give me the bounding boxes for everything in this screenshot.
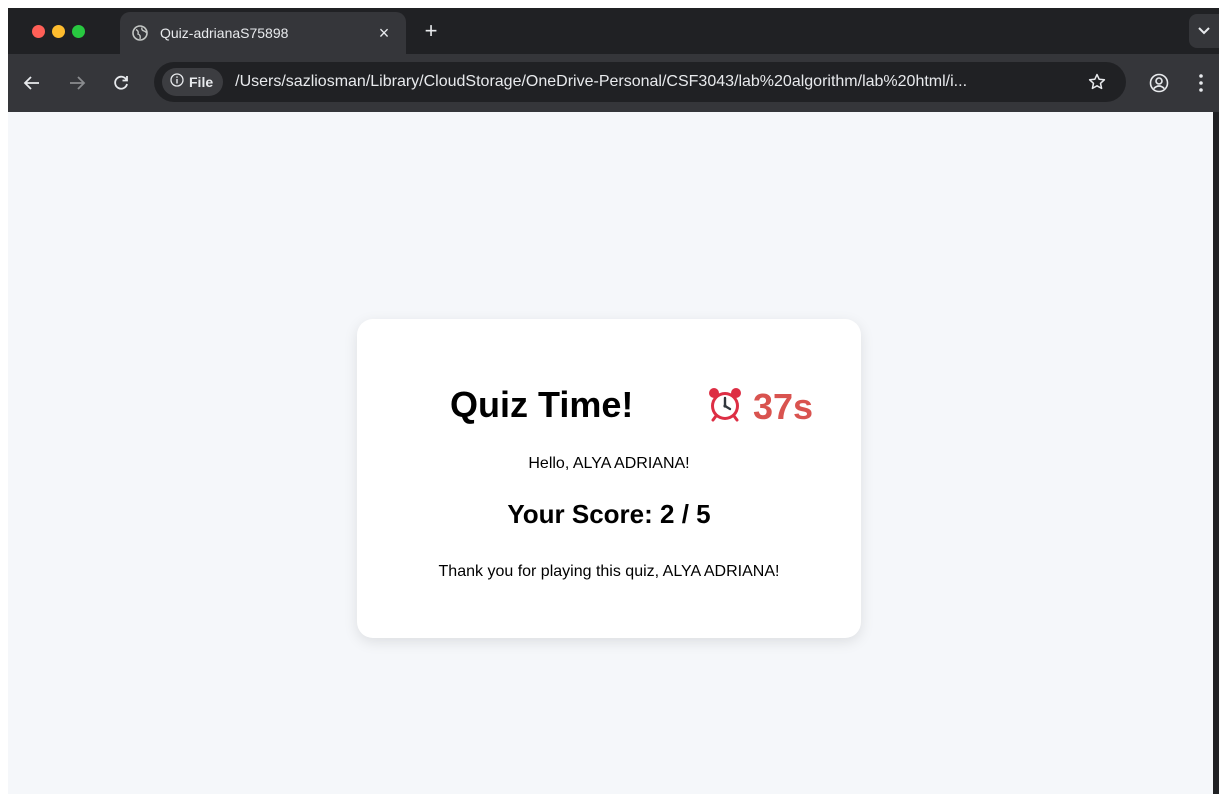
site-info-chip[interactable]: File xyxy=(162,68,224,96)
close-window-button[interactable] xyxy=(32,25,45,38)
globe-icon xyxy=(132,25,148,41)
minimize-window-button[interactable] xyxy=(52,25,65,38)
chevron-down-icon[interactable] xyxy=(1189,14,1219,48)
profile-icon[interactable] xyxy=(1147,71,1171,95)
card-header: Quiz Time! 37s xyxy=(357,383,861,433)
score-text: Your Score: 2 / 5 xyxy=(507,499,711,529)
tab-strip: Quiz-adrianaS75898 × + xyxy=(8,8,1219,54)
arrow-right-icon[interactable] xyxy=(65,71,89,95)
tab-title: Quiz-adrianaS75898 xyxy=(160,25,289,41)
arrow-left-icon[interactable] xyxy=(20,71,44,95)
timer: 37s xyxy=(705,387,813,427)
quiz-result-card: Quiz Time! 37s Hello, ALYA ADRIANA! Your… xyxy=(357,319,861,638)
url-text[interactable]: /Users/sazliosman/Library/CloudStorage/O… xyxy=(235,73,1082,91)
browser-window: Quiz-adrianaS75898 × + File /Users/sazli… xyxy=(8,8,1219,794)
page-title: Quiz Time! xyxy=(450,384,634,425)
thank-you-text: Thank you for playing this quiz, ALYA AD… xyxy=(438,563,780,580)
page-viewport: Quiz Time! 37s Hello, ALYA ADRIANA! Your… xyxy=(8,112,1213,794)
close-icon[interactable]: × xyxy=(374,23,394,43)
kebab-menu-icon[interactable] xyxy=(1192,71,1210,95)
greeting-text: Hello, ALYA ADRIANA! xyxy=(528,455,690,472)
info-icon xyxy=(170,72,184,92)
plus-icon[interactable]: + xyxy=(418,18,444,44)
reload-icon[interactable] xyxy=(109,71,133,95)
address-bar[interactable]: File /Users/sazliosman/Library/CloudStor… xyxy=(154,62,1126,102)
timer-value: 37s xyxy=(753,386,814,427)
browser-tab-active[interactable]: Quiz-adrianaS75898 × xyxy=(120,12,406,54)
maximize-window-button[interactable] xyxy=(72,25,85,38)
alarm-clock-icon xyxy=(705,385,745,430)
browser-toolbar: File /Users/sazliosman/Library/CloudStor… xyxy=(8,54,1219,112)
star-icon[interactable] xyxy=(1082,67,1112,97)
site-chip-label: File xyxy=(189,74,214,90)
